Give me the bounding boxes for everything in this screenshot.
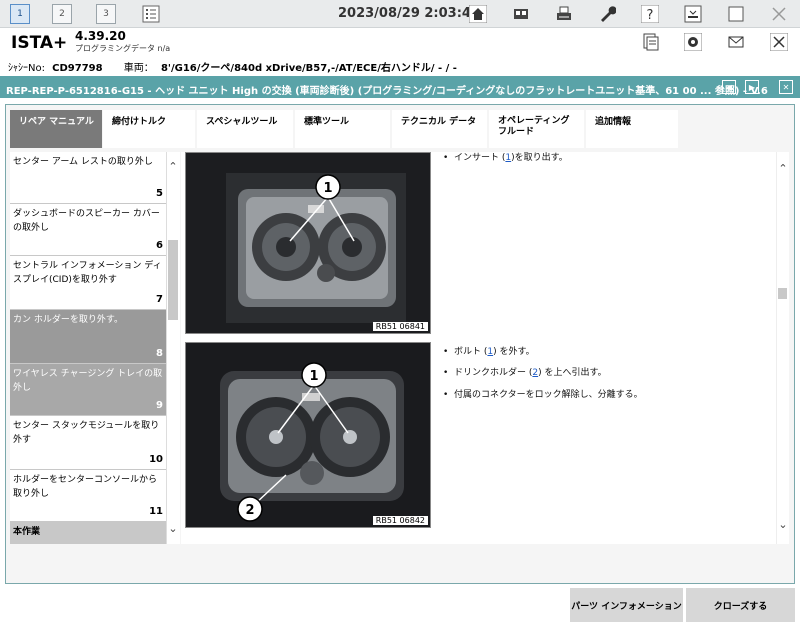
step-label: ホルダーをセンターコンソールから取り外し: [13, 475, 158, 499]
app-version: 4.39.20: [75, 29, 126, 43]
instruction-text: ) を外す。: [493, 347, 535, 357]
tab-tightening-torque[interactable]: 締付けトルク: [103, 110, 195, 148]
scroll-up-icon[interactable]: ⌃: [776, 162, 790, 175]
previous-icon[interactable]: ◀: [722, 80, 736, 94]
cupholder-photo-2: 1 2: [186, 343, 430, 527]
app-subtitle: プログラミングデータ n/a: [75, 44, 171, 53]
app-name: ISTA+: [11, 33, 68, 53]
home-icon[interactable]: [465, 3, 491, 25]
step-number: 7: [156, 294, 163, 305]
programming-icon[interactable]: [637, 31, 663, 53]
vehicle-info: ｼｬｼｰNo: CD97798 車両： 8'/G16/クーペ/840d xDri…: [8, 59, 457, 74]
step-label: セントラル インフォメーション ディスプレイ(CID)を取り外す: [13, 261, 162, 285]
list-item[interactable]: セントラル インフォメーション ディスプレイ(CID)を取り外す 7: [10, 256, 166, 310]
instruction-text: インサート (: [454, 153, 506, 163]
scroll-down-icon[interactable]: ⌄: [166, 522, 180, 535]
list-item-selected[interactable]: カン ホルダーを取り外す。 8: [10, 310, 166, 364]
step-label: ワイヤレス チャージング トレイの取外し: [13, 369, 163, 393]
step-number: 5: [156, 188, 163, 199]
help-icon[interactable]: ?: [637, 3, 663, 25]
tab-technical-data[interactable]: テクニカル データ: [392, 110, 487, 148]
step-number: 11: [149, 506, 163, 517]
list-item-section-header[interactable]: 本作業: [10, 522, 166, 544]
vehicle-label: 車両：: [123, 63, 154, 74]
content-scroll-thumb[interactable]: [778, 288, 787, 299]
next-icon[interactable]: ▶: [745, 80, 759, 94]
tab-additional-info[interactable]: 追加情報: [586, 110, 678, 148]
page-1-label: 1: [10, 4, 30, 24]
page-1-button[interactable]: 1: [10, 3, 30, 25]
instruction-text: 付属のコネクターをロック解除し、分離する。: [454, 390, 643, 400]
print-icon[interactable]: [551, 3, 577, 25]
cupholder-photo-1: 1: [186, 153, 430, 333]
page-3-label: 3: [96, 4, 116, 24]
callout-number: 2: [245, 503, 254, 518]
list-item[interactable]: センター アーム レストの取り外し 5: [10, 152, 166, 204]
instruction-item: • ドリンクホルダー (2) を上へ引出す。: [443, 368, 607, 378]
svg-text:?: ?: [647, 8, 654, 23]
vehicle-data-icon[interactable]: [508, 3, 534, 25]
parts-information-button[interactable]: パーツ インフォメーション: [570, 588, 683, 622]
tab-repair-manual[interactable]: リペア マニュアル: [10, 110, 102, 148]
minimize-window-icon[interactable]: [680, 3, 706, 25]
datetime-display: 2023/08/29 2:03:43: [338, 6, 481, 21]
chassis-value: CD97798: [52, 63, 103, 74]
step-number: 8: [156, 348, 163, 359]
repair-image-1: 1 RB51 06841: [185, 152, 431, 334]
repair-image-2: 1 2 RB51 06842: [185, 342, 431, 528]
list-item[interactable]: ワイヤレス チャージング トレイの取外し 9: [10, 364, 166, 416]
callout-number: 1: [309, 369, 318, 384]
tab-operating-fluids[interactable]: オペレーティング フルード: [489, 110, 584, 148]
step-number: 9: [156, 400, 163, 411]
list-icon[interactable]: [138, 3, 164, 25]
instruction-text: ) を上へ引出す。: [538, 368, 607, 378]
scroll-up-icon[interactable]: ⌃: [166, 160, 180, 173]
instruction-item: • ボルト (1) を外す。: [443, 347, 535, 357]
step-label: ダッシュボードのスピーカー カバーの取外し: [13, 209, 160, 233]
close-session-icon[interactable]: [766, 31, 792, 53]
close-window-icon[interactable]: [766, 3, 792, 25]
close-document-icon[interactable]: ✕: [779, 80, 793, 94]
step-list-scroll-thumb[interactable]: [168, 240, 178, 320]
document-title: REP-REP-P-6512816-G15 - ヘッド ユニット High の交…: [0, 76, 800, 98]
section-label: 本作業: [13, 527, 41, 537]
instruction-item: • インサート (1)を取り出す。: [443, 153, 568, 163]
step-number: 10: [149, 454, 163, 465]
close-button[interactable]: クローズする: [686, 588, 795, 622]
step-label: センター スタックモジュールを取り外す: [13, 421, 160, 445]
page-2-label: 2: [52, 4, 72, 24]
wrench-icon[interactable]: [594, 3, 620, 25]
step-label: カン ホルダーを取り外す。: [13, 315, 123, 325]
instruction-text: ドリンクホルダー (: [454, 368, 533, 378]
scroll-down-icon[interactable]: ⌄: [776, 518, 790, 531]
page-2-button[interactable]: 2: [52, 3, 72, 25]
instruction-item: • 付属のコネクターをロック解除し、分離する。: [443, 390, 643, 400]
settings-icon[interactable]: [680, 31, 706, 53]
image-caption: RB51 06841: [372, 322, 428, 331]
mail-icon[interactable]: [723, 31, 749, 53]
chassis-label: ｼｬｼｰNo:: [8, 63, 45, 74]
image-caption: RB51 06842: [372, 516, 428, 525]
content-area: 1 RB51 06841 1 2 RB51 06842 • インサート (1)を…: [181, 152, 789, 544]
instruction-text: )を取り出す。: [511, 153, 568, 163]
tab-special-tools[interactable]: スペシャルツール: [197, 110, 293, 148]
step-list-scrollbar[interactable]: [166, 152, 180, 544]
maximize-window-icon[interactable]: [723, 3, 749, 25]
list-item[interactable]: ホルダーをセンターコンソールから取り外し 11: [10, 470, 166, 522]
list-item[interactable]: センター スタックモジュールを取り外す 10: [10, 416, 166, 470]
step-label: センター アーム レストの取り外し: [13, 157, 153, 167]
instruction-text: ボルト (: [454, 347, 488, 357]
page-3-button[interactable]: 3: [96, 3, 116, 25]
callout-number: 1: [323, 181, 332, 196]
step-number: 6: [156, 240, 163, 251]
tab-standard-tools[interactable]: 標準ツール: [295, 110, 390, 148]
content-scrollbar[interactable]: [776, 152, 789, 544]
list-item[interactable]: ダッシュボードのスピーカー カバーの取外し 6: [10, 204, 166, 256]
step-list: センター アーム レストの取り外し 5 ダッシュボードのスピーカー カバーの取外し…: [10, 152, 166, 544]
vehicle-value: 8'/G16/クーペ/840d xDrive/B57,-/AT/ECE/右ハンド…: [160, 63, 457, 74]
